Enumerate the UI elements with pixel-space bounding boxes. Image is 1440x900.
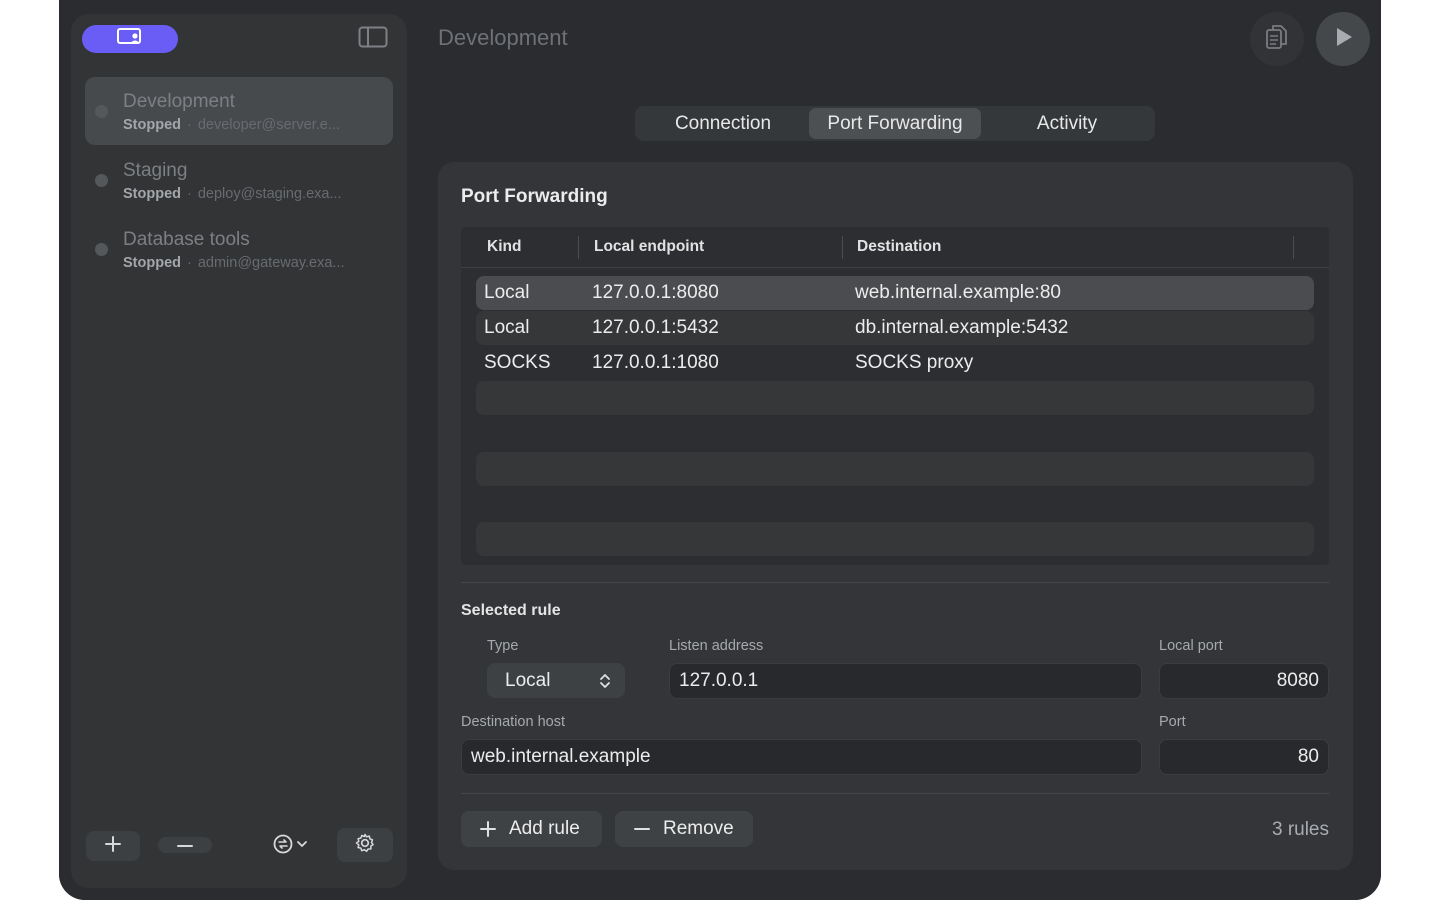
add-rule-button[interactable]: Add rule <box>461 811 602 847</box>
tab-activity[interactable]: Activity <box>981 108 1153 139</box>
chevron-up-down-icon <box>599 672 611 696</box>
sidebar-icon <box>358 26 388 53</box>
sidebar: Development Stopped · developer@server.e..… <box>71 14 407 888</box>
column-header-destination[interactable]: Destination <box>857 238 941 256</box>
add-connection-button[interactable] <box>86 831 140 861</box>
listen-address-field[interactable]: 127.0.0.1 <box>669 663 1142 699</box>
destination-host-field[interactable]: web.internal.example <box>461 739 1142 775</box>
settings-button[interactable] <box>337 828 393 862</box>
tab-connection[interactable]: Connection <box>637 108 809 139</box>
sidebar-item-name: Staging <box>123 160 188 181</box>
sidebar-item-meta: Stopped · deploy@staging.exa... <box>123 186 342 202</box>
cell-local-endpoint: 127.0.0.1:1080 <box>592 352 719 373</box>
column-divider <box>842 236 843 259</box>
status-dot <box>95 105 108 118</box>
copy-icon <box>1264 22 1290 57</box>
add-rule-label: Add rule <box>509 818 580 839</box>
status-dot <box>95 174 108 187</box>
monitor-user-icon <box>116 27 144 52</box>
table-row[interactable]: Local 127.0.0.1:5432 db.internal.example… <box>476 311 1314 345</box>
column-divider <box>578 236 579 259</box>
sidebar-item-status: Stopped <box>123 117 181 133</box>
sidebar-item-database-tools[interactable]: Database tools Stopped · admin@gateway.exa… <box>85 215 393 283</box>
connections-view-button[interactable] <box>82 25 178 53</box>
sidebar-item-meta: Stopped · developer@server.e... <box>123 117 340 133</box>
type-label: Type <box>487 638 519 654</box>
destination-host-label: Destination host <box>461 714 565 730</box>
remove-rule-button[interactable]: Remove <box>615 811 753 847</box>
table-row[interactable]: SOCKS 127.0.0.1:1080 SOCKS proxy <box>476 346 1314 380</box>
meta-separator: · <box>187 255 192 271</box>
remove-connection-button[interactable] <box>158 837 212 853</box>
type-select[interactable]: Local <box>487 663 625 698</box>
sidebar-item-host: developer@server.e... <box>197 117 340 133</box>
plus-icon <box>479 820 497 838</box>
sidebar-item-staging[interactable]: Staging Stopped · deploy@staging.exa... <box>85 146 393 214</box>
cell-kind: Local <box>484 282 530 303</box>
destination-port-field[interactable]: 80 <box>1159 739 1329 775</box>
port-label: Port <box>1159 714 1186 730</box>
empty-row <box>476 381 1314 415</box>
sync-icon <box>272 833 310 860</box>
sidebar-footer <box>71 818 407 888</box>
tab-port-forwarding[interactable]: Port Forwarding <box>809 108 981 139</box>
local-port-label: Local port <box>1159 638 1223 654</box>
meta-separator: · <box>187 117 192 133</box>
app-window: Development Stopped · developer@server.e..… <box>59 0 1381 900</box>
minus-icon <box>633 820 651 838</box>
sync-menu-button[interactable] <box>267 831 315 861</box>
port-forwarding-panel: Port Forwarding Kind Local endpoint Dest… <box>438 162 1353 870</box>
cell-destination: web.internal.example:80 <box>855 282 1061 303</box>
sidebar-item-name: Development <box>123 91 235 112</box>
play-icon <box>1331 25 1355 54</box>
rule-count: 3 rules <box>1271 819 1329 840</box>
remove-rule-label: Remove <box>663 818 734 839</box>
tab-bar: Connection Port Forwarding Activity <box>635 106 1155 141</box>
table-header: Kind Local endpoint Destination <box>461 227 1329 268</box>
sidebar-toggle-button[interactable] <box>357 26 389 52</box>
sidebar-item-status: Stopped <box>123 255 181 271</box>
page-title: Development <box>438 25 568 50</box>
gear-icon <box>354 832 376 859</box>
meta-separator: · <box>187 186 192 202</box>
table-row[interactable]: Local 127.0.0.1:8080 web.internal.exampl… <box>476 276 1314 310</box>
column-header-kind[interactable]: Kind <box>487 238 521 256</box>
column-divider <box>1293 236 1294 259</box>
section-divider <box>461 793 1329 794</box>
cell-kind: SOCKS <box>484 352 551 373</box>
copy-button[interactable] <box>1250 12 1304 66</box>
selected-rule-title: Selected rule <box>461 602 561 619</box>
listen-address-label: Listen address <box>669 638 764 654</box>
sidebar-item-development[interactable]: Development Stopped · developer@server.e..… <box>85 77 393 145</box>
start-button[interactable] <box>1316 12 1370 66</box>
minus-icon <box>176 836 194 854</box>
cell-destination: db.internal.example:5432 <box>855 317 1069 338</box>
empty-row <box>476 452 1314 486</box>
sidebar-item-status: Stopped <box>123 186 181 202</box>
sidebar-item-meta: Stopped · admin@gateway.exa... <box>123 255 344 271</box>
cell-destination: SOCKS proxy <box>855 352 974 373</box>
cell-local-endpoint: 127.0.0.1:8080 <box>592 282 719 303</box>
cell-local-endpoint: 127.0.0.1:5432 <box>592 317 719 338</box>
sidebar-item-host: deploy@staging.exa... <box>197 186 342 202</box>
panel-title: Port Forwarding <box>461 186 608 207</box>
rules-table: Kind Local endpoint Destination Local 12… <box>461 227 1329 565</box>
column-header-local-endpoint[interactable]: Local endpoint <box>594 238 704 256</box>
status-dot <box>95 243 108 256</box>
local-port-field[interactable]: 8080 <box>1159 663 1329 699</box>
sidebar-item-host: admin@gateway.exa... <box>197 255 345 271</box>
empty-row <box>476 522 1314 556</box>
section-divider <box>461 582 1329 583</box>
cell-kind: Local <box>484 317 530 338</box>
type-select-value: Local <box>505 669 551 691</box>
sidebar-item-name: Database tools <box>123 229 250 250</box>
plus-icon <box>104 835 122 858</box>
